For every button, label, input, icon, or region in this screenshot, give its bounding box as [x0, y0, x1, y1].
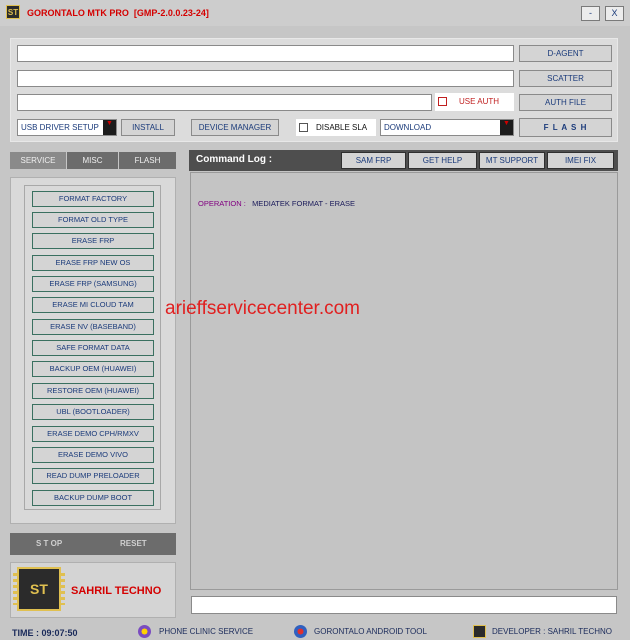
reset-button[interactable]: RESET — [120, 539, 147, 548]
log-operation-label: OPERATION : — [198, 199, 246, 208]
driver-select[interactable]: USB DRIVER SETUP ▼ — [17, 119, 117, 136]
title-bar: ST GORONTALO MTK PRO [GMP-2.0.0.23-24] -… — [0, 0, 630, 26]
erase-demo-vivo-button[interactable]: ERASE DEMO VIVO — [32, 447, 154, 463]
phone-clinic-icon — [138, 625, 151, 638]
time-label: TIME : — [12, 628, 39, 638]
watermark-text: arieffservicecenter.com — [165, 298, 361, 319]
erase-nv-button[interactable]: ERASE NV (BASEBAND) — [32, 319, 154, 335]
scatter-path-field[interactable] — [17, 70, 514, 87]
disable-sla-check-box[interactable] — [299, 123, 308, 132]
scatter-button[interactable]: SCATTER — [519, 70, 612, 87]
app-title: GORONTALO MTK PRO [GMP-2.0.0.23-24] — [27, 8, 209, 18]
d-agent-path-field[interactable] — [17, 45, 514, 62]
auth-file-button[interactable]: AUTH FILE — [519, 94, 612, 111]
log-line: OPERATION : MEDIATEK FORMAT - ERASE — [198, 199, 355, 208]
erase-demo-cph-button[interactable]: ERASE DEMO CPH/RMXV — [32, 426, 154, 442]
erase-frp-samsung-button[interactable]: ERASE FRP (SAMSUNG) — [32, 276, 154, 292]
tab-imei-fix[interactable]: IMEI FIX — [547, 152, 614, 169]
progress-bar — [191, 596, 617, 614]
close-button[interactable]: X — [605, 6, 624, 21]
command-log-area[interactable] — [190, 172, 618, 590]
chip-pins-icon — [61, 573, 65, 605]
erase-frp-new-os-button[interactable]: ERASE FRP NEW OS — [32, 255, 154, 271]
status-android-tool: GORONTALO ANDROID TOOL — [314, 627, 427, 636]
disable-sla-checkbox[interactable]: DISABLE SLA — [296, 119, 376, 136]
stop-button[interactable]: S T OP — [36, 539, 62, 548]
restore-oem-button[interactable]: RESTORE OEM (HUAWEI) — [32, 383, 154, 399]
tab-sam-frp[interactable]: SAM FRP — [341, 152, 406, 169]
app-window: ST GORONTALO MTK PRO [GMP-2.0.0.23-24] -… — [0, 0, 630, 640]
ubl-bootloader-button[interactable]: UBL (BOOTLOADER) — [32, 404, 154, 420]
format-factory-button[interactable]: FORMAT FACTORY — [32, 191, 154, 207]
install-button[interactable]: INSTALL — [121, 119, 175, 136]
use-auth-checkbox[interactable]: USE AUTH — [435, 93, 514, 111]
tab-mt-support[interactable]: MT SUPPORT — [479, 152, 545, 169]
use-auth-check-box[interactable] — [438, 97, 447, 106]
backup-oem-button[interactable]: BACKUP OEM (HUAWEI) — [32, 361, 154, 377]
time-value: 09:07:50 — [41, 628, 78, 638]
status-phone-clinic: PHONE CLINIC SERVICE — [159, 627, 254, 636]
device-manager-button[interactable]: DEVICE MANAGER — [191, 119, 279, 136]
status-developer: DEVELOPER : SAHRIL TECHNO — [492, 627, 613, 636]
tab-service[interactable]: SERVICE — [10, 152, 66, 169]
d-agent-button[interactable]: D-AGENT — [519, 45, 612, 62]
flash-button[interactable]: F L A S H — [519, 118, 612, 137]
erase-frp-button[interactable]: ERASE FRP — [32, 233, 154, 249]
minimize-button[interactable]: - — [581, 6, 600, 21]
backup-dump-boot-button[interactable]: BACKUP DUMP BOOT — [32, 490, 154, 506]
tab-flash[interactable]: FLASH — [119, 152, 176, 169]
erase-mi-cloud-button[interactable]: ERASE MI CLOUD TAM — [32, 297, 154, 313]
control-strip — [10, 533, 176, 555]
read-dump-preloader-button[interactable]: READ DUMP PRELOADER — [32, 468, 154, 484]
log-title: Command Log : — [196, 154, 273, 165]
mode-select[interactable]: DOWNLOAD ▼ — [380, 119, 514, 136]
chevron-down-icon[interactable]: ▼ — [103, 120, 116, 135]
mode-select-value: DOWNLOAD — [384, 123, 432, 132]
format-old-type-button[interactable]: FORMAT OLD TYPE — [32, 212, 154, 228]
brand-name: SAHRIL TECHNO — [71, 585, 162, 597]
tab-misc[interactable]: MISC — [67, 152, 118, 169]
disable-sla-label: DISABLE SLA — [316, 123, 368, 132]
driver-select-value: USB DRIVER SETUP — [21, 123, 99, 132]
brand-logo-icon: ST — [17, 567, 61, 611]
chevron-down-icon[interactable]: ▼ — [500, 120, 513, 135]
developer-logo-icon — [473, 625, 486, 638]
use-auth-label: USE AUTH — [459, 97, 500, 106]
app-logo-icon: ST — [6, 5, 20, 19]
android-tool-icon — [294, 625, 307, 638]
log-operation-value: MEDIATEK FORMAT - ERASE — [252, 199, 355, 208]
auth-path-field[interactable] — [17, 94, 432, 111]
tab-get-help[interactable]: GET HELP — [408, 152, 477, 169]
status-time: TIME : 09:07:50 — [12, 628, 78, 638]
safe-format-data-button[interactable]: SAFE FORMAT DATA — [32, 340, 154, 356]
